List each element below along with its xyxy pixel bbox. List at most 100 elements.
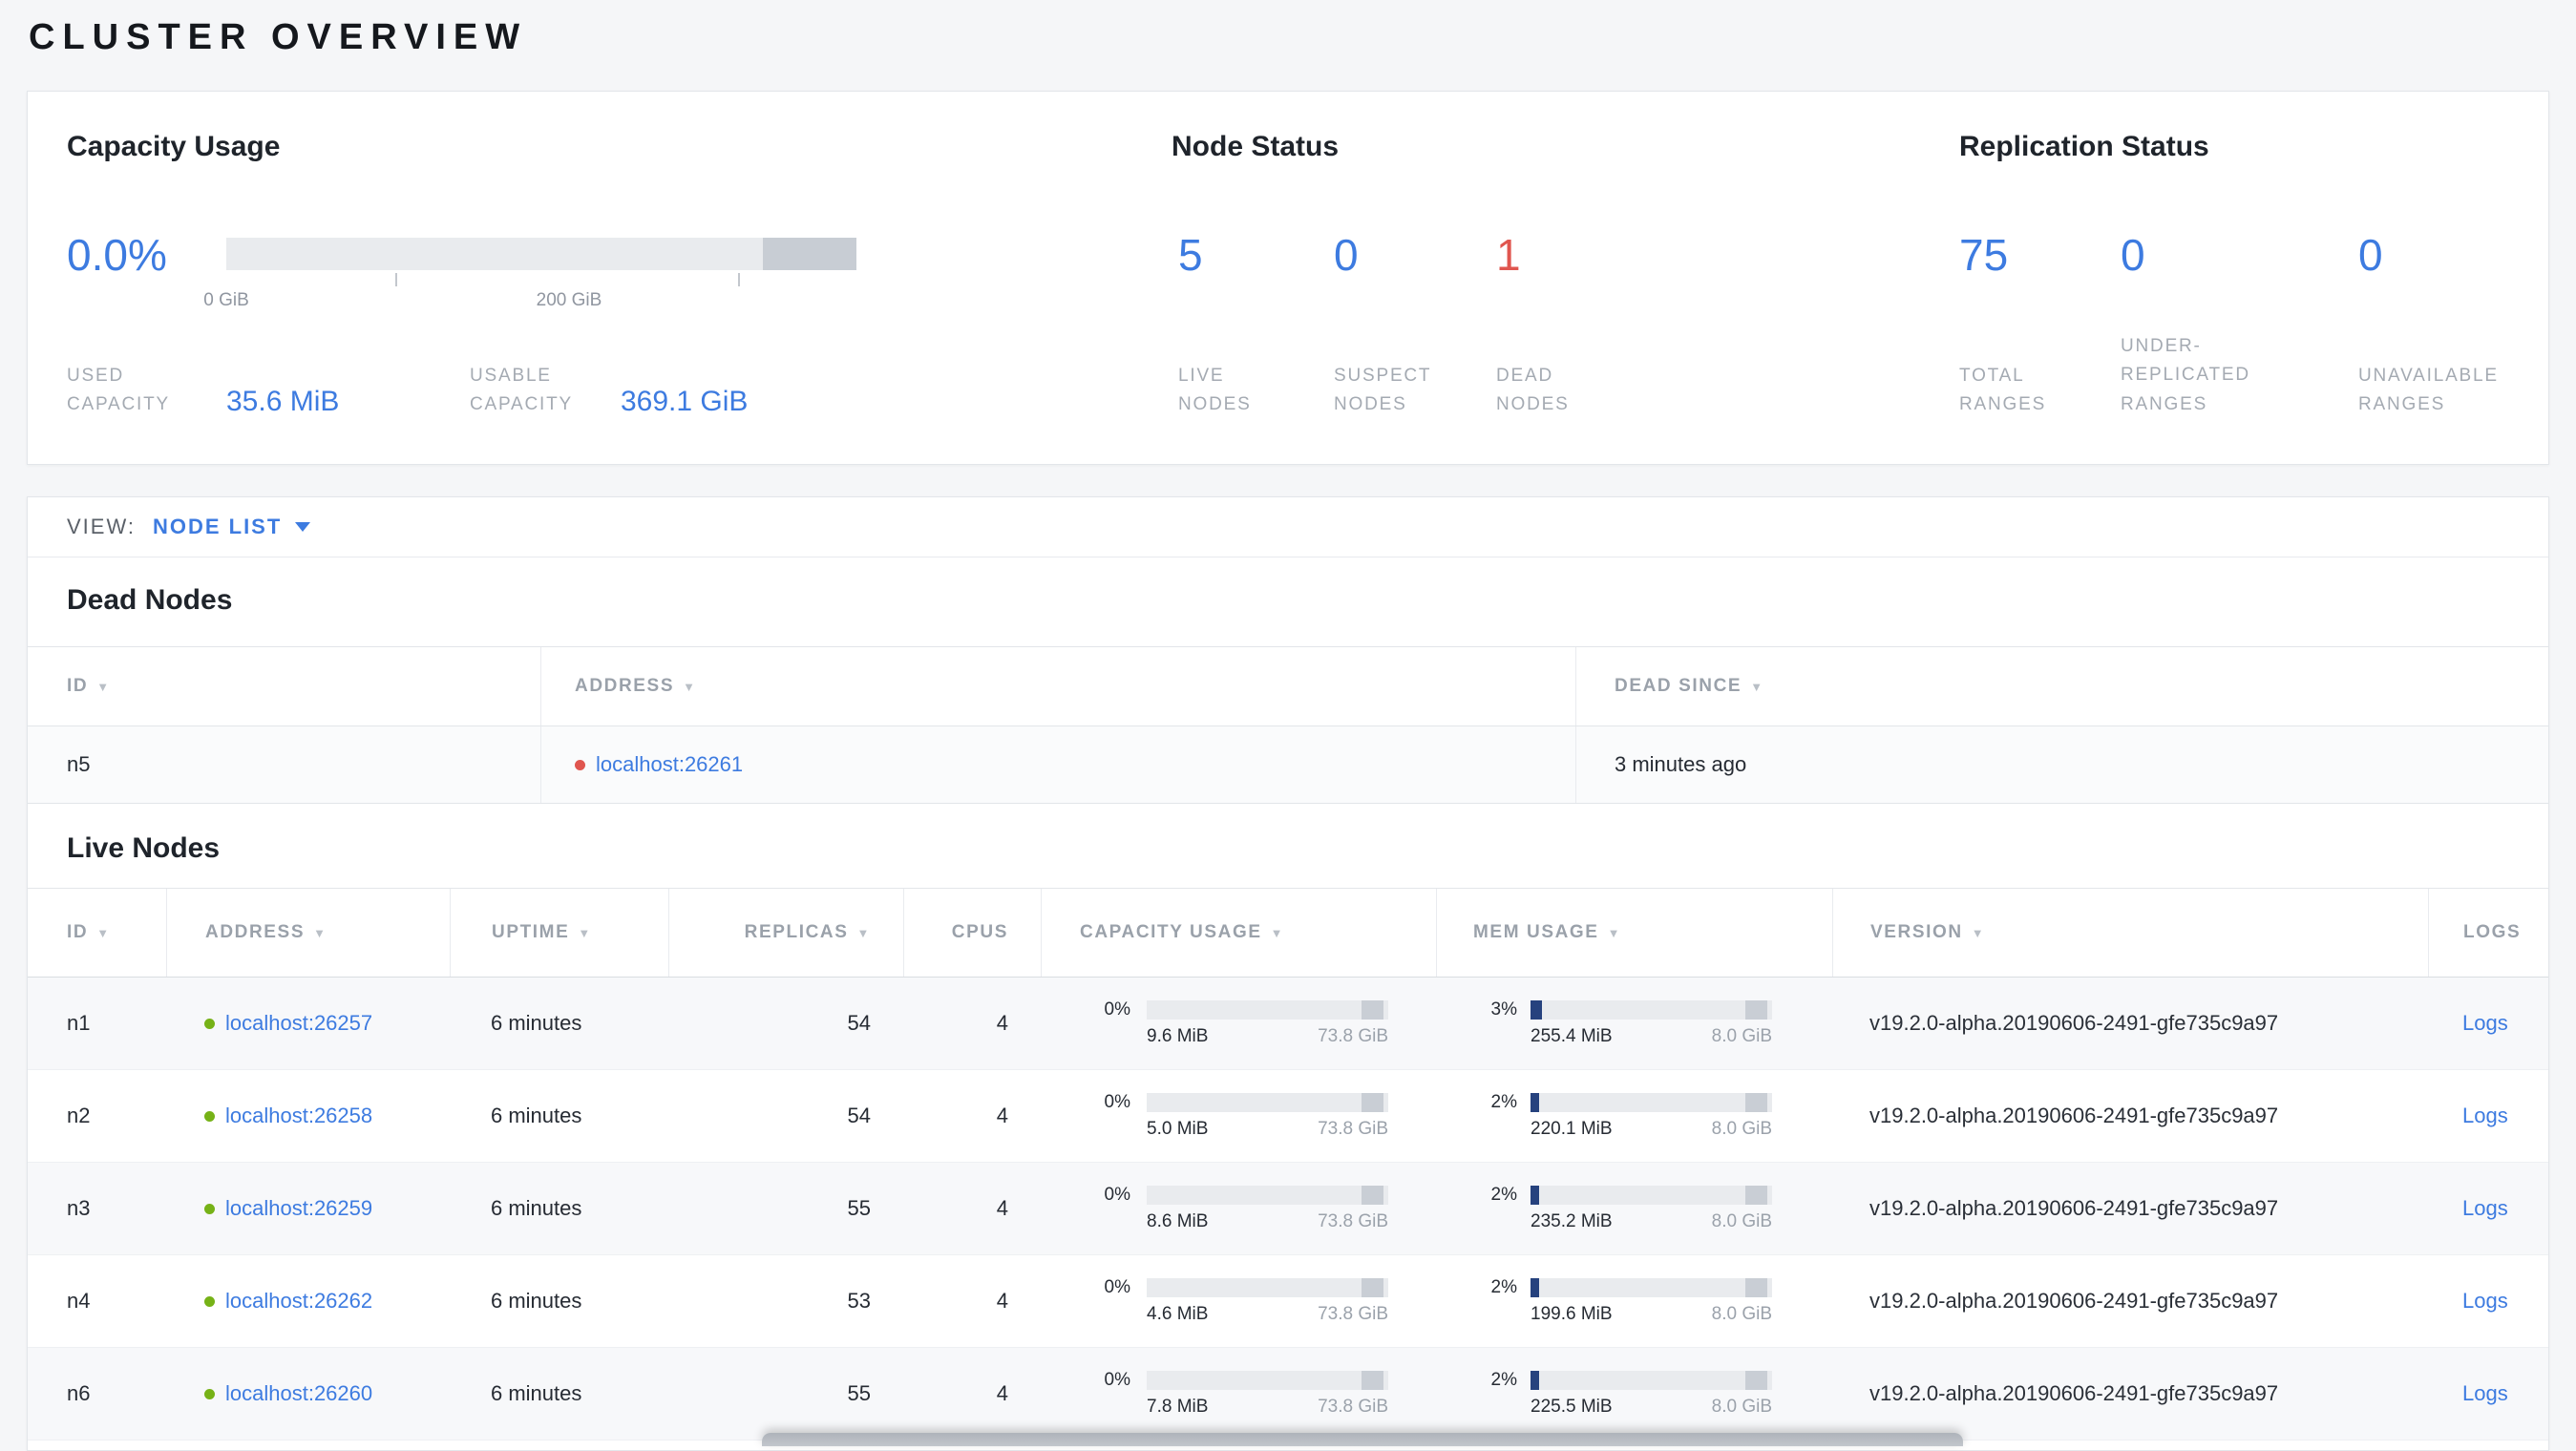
node-address-link[interactable]: localhost:26257 — [225, 1011, 372, 1036]
page-title: CLUSTER OVERVIEW — [29, 17, 528, 57]
logs-link[interactable]: Logs — [2462, 1381, 2508, 1406]
column-header-address[interactable]: ADDRESS ▼ — [540, 647, 1575, 726]
mem-used-value: 255.4 MiB — [1531, 1026, 1613, 1046]
bar-used-segment — [1531, 1186, 1539, 1205]
sort-arrow-icon: ▼ — [96, 679, 111, 694]
mem-bar — [1531, 1093, 1772, 1112]
node-version: v19.2.0-alpha.20190606-2491-gfe735c9a97 — [1869, 1196, 2279, 1220]
sort-arrow-icon: ▼ — [313, 925, 327, 940]
node-address-link[interactable]: localhost:26262 — [225, 1289, 372, 1314]
node-list-card: VIEW: NODE LIST Dead Nodes ID ▼ ADDRESS ▼ … — [27, 496, 2549, 1451]
dead-node-row: n5 localhost:26261 3 minutes ago — [28, 726, 2548, 804]
bar-endcap — [1745, 1278, 1767, 1297]
logs-cell: Logs — [2428, 1070, 2548, 1162]
capacity-usage-cell: 0% 4.6 MiB 73.8 GiB — [1041, 1255, 1436, 1347]
suspect-nodes-label: SUSPECT NODES — [1334, 366, 1431, 415]
capacity-used-value: 7.8 MiB — [1147, 1397, 1209, 1417]
bar-endcap — [1745, 1371, 1767, 1390]
column-header-mem-usage[interactable]: MEM USAGE ▼ — [1436, 889, 1832, 977]
logs-cell: Logs — [2428, 978, 2548, 1069]
column-header-logs: LOGS — [2428, 889, 2548, 977]
node-cpus: 4 — [996, 1104, 1008, 1127]
view-dropdown[interactable]: NODE LIST — [152, 515, 311, 539]
node-address-link[interactable]: localhost:26259 — [225, 1196, 372, 1221]
mem-total-value: 8.0 GiB — [1711, 1397, 1772, 1417]
node-id: n4 — [67, 1289, 91, 1313]
mem-used-value: 220.1 MiB — [1531, 1119, 1613, 1139]
column-header-id[interactable]: ID ▼ — [28, 889, 166, 977]
mem-total-value: 8.0 GiB — [1711, 1304, 1772, 1324]
column-header-address[interactable]: ADDRESS ▼ — [166, 889, 450, 977]
node-address-link[interactable]: localhost:26261 — [596, 752, 743, 777]
dead-since-value: 3 minutes ago — [1575, 726, 2548, 803]
bar-endcap — [1362, 1186, 1383, 1205]
logs-link[interactable]: Logs — [2462, 1104, 2508, 1128]
mem-used-value: 235.2 MiB — [1531, 1211, 1613, 1231]
node-status-title: Node Status — [1172, 131, 1340, 162]
used-capacity-value: 35.6 MiB — [226, 386, 340, 417]
used-capacity-label: USED CAPACITY — [67, 366, 171, 415]
node-cpus: 4 — [996, 1381, 1008, 1405]
live-nodes-title: Live Nodes — [67, 832, 221, 864]
mem-bar — [1531, 1278, 1772, 1297]
capacity-usage-bar — [226, 238, 856, 270]
capacity-usage-cell: 0% 8.6 MiB 73.8 GiB — [1041, 1163, 1436, 1254]
live-node-row: n2 localhost:26258 6 minutes 54 4 0% 5.0… — [28, 1070, 2548, 1163]
column-header-capacity-usage[interactable]: CAPACITY USAGE ▼ — [1041, 889, 1436, 977]
node-address-cell: localhost:26259 — [166, 1163, 450, 1254]
bar-endcap — [1362, 1000, 1383, 1020]
node-replicas: 54 — [847, 1104, 871, 1127]
bar-endcap — [1362, 1278, 1383, 1297]
bar-endcap — [1745, 1000, 1767, 1020]
dead-status-icon — [575, 759, 585, 770]
capacity-used-value: 4.6 MiB — [1147, 1304, 1209, 1324]
mem-bar — [1531, 1186, 1772, 1205]
cluster-summary-card: Capacity Usage 0.0% 0 GiB 200 GiB USED C… — [27, 91, 2549, 465]
sort-arrow-icon: ▼ — [1750, 679, 1764, 694]
node-address-link[interactable]: localhost:26258 — [225, 1104, 372, 1128]
column-header-dead-since[interactable]: DEAD SINCE ▼ — [1575, 647, 2548, 726]
capacity-bar — [1147, 1093, 1388, 1112]
axis-tick — [395, 273, 397, 286]
column-header-replicas[interactable]: REPLICAS ▼ — [668, 889, 903, 977]
dead-nodes-label: DEAD NODES — [1496, 366, 1570, 415]
column-header-version[interactable]: VERSION ▼ — [1832, 889, 2428, 977]
mem-usage-cell: 2% 199.6 MiB 8.0 GiB — [1436, 1255, 1832, 1347]
mem-used-value: 225.5 MiB — [1531, 1397, 1613, 1417]
node-cpus: 4 — [996, 1011, 1008, 1035]
dead-nodes-title: Dead Nodes — [67, 584, 233, 616]
capacity-bar — [1147, 1186, 1388, 1205]
node-address-link[interactable]: localhost:26260 — [225, 1381, 372, 1406]
view-dropdown-value: NODE LIST — [152, 515, 283, 538]
logs-link[interactable]: Logs — [2462, 1289, 2508, 1314]
column-header-cpus: CPUS — [903, 889, 1041, 977]
view-label: VIEW: — [67, 515, 136, 538]
node-cpus: 4 — [996, 1289, 1008, 1313]
bar-used-segment — [1531, 1278, 1539, 1297]
logs-link[interactable]: Logs — [2462, 1196, 2508, 1221]
sort-arrow-icon: ▼ — [1270, 925, 1285, 940]
column-header-uptime[interactable]: UPTIME ▼ — [450, 889, 668, 977]
capacity-percent: 0.0% — [67, 230, 167, 280]
mem-bar — [1531, 1371, 1772, 1390]
live-nodes-table: ID ▼ ADDRESS ▼ UPTIME ▼ REPLICAS ▼ CPUS CAPA… — [28, 888, 2548, 1440]
column-header-id[interactable]: ID ▼ — [28, 647, 540, 726]
suspect-nodes-count: 0 — [1334, 230, 1359, 280]
node-replicas: 54 — [847, 1011, 871, 1035]
axis-tick-label: 200 GiB — [536, 290, 602, 310]
chevron-down-icon — [295, 522, 311, 532]
node-version: v19.2.0-alpha.20190606-2491-gfe735c9a97 — [1869, 1011, 2279, 1035]
node-address-cell: localhost:26258 — [166, 1070, 450, 1162]
bar-used-segment — [1531, 1093, 1539, 1112]
under-replicated-label: UNDER-REPLICATED RANGES — [2121, 336, 2250, 414]
mem-percent-label: 2% — [1490, 1185, 1517, 1205]
node-version: v19.2.0-alpha.20190606-2491-gfe735c9a97 — [1869, 1289, 2279, 1313]
live-table-body: n1 localhost:26257 6 minutes 54 4 0% 9.6… — [28, 978, 2548, 1440]
node-id: n2 — [67, 1104, 91, 1127]
logs-link[interactable]: Logs — [2462, 1011, 2508, 1036]
mem-percent-label: 2% — [1490, 1370, 1517, 1390]
mem-bar — [1531, 1000, 1772, 1020]
partial-overlay-edge — [762, 1433, 1963, 1446]
live-node-row: n1 localhost:26257 6 minutes 54 4 0% 9.6… — [28, 978, 2548, 1070]
node-address-cell: localhost:26261 — [540, 726, 1575, 803]
